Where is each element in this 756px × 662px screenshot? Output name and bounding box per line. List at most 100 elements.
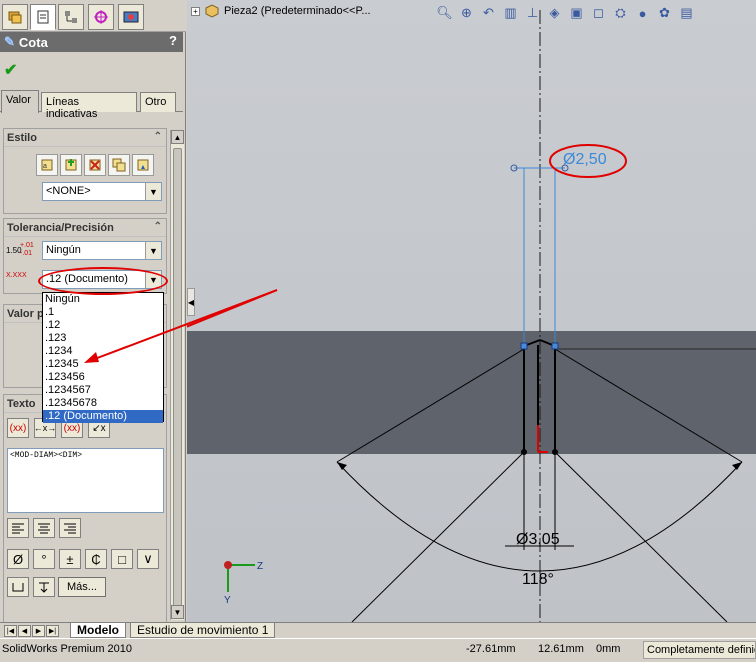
previous-tab-icon[interactable]: ◀: [18, 625, 31, 637]
zoom-area-icon[interactable]: ⊕: [457, 4, 476, 22]
configuration-manager-tab[interactable]: [58, 4, 84, 30]
last-tab-icon[interactable]: ▶|: [46, 625, 59, 637]
chevron-down-icon[interactable]: ▼: [145, 271, 161, 288]
realview-icon[interactable]: ▤: [677, 4, 696, 22]
dimension-icon: ✎: [4, 34, 15, 49]
panel-collapse-handle[interactable]: ◀: [187, 288, 195, 316]
dropdown-option-selected[interactable]: .12 (Documento): [43, 410, 163, 423]
dropdown-option[interactable]: .1: [43, 306, 163, 319]
tolerance-type-select[interactable]: Ningún ▼: [42, 241, 162, 260]
dropdown-option[interactable]: .12345678: [43, 397, 163, 410]
tab-otro[interactable]: Otro: [140, 92, 176, 112]
align-center-icon[interactable]: [33, 518, 55, 538]
next-tab-icon[interactable]: ▶: [32, 625, 45, 637]
chevron-down-icon[interactable]: ▼: [145, 242, 161, 259]
precision-dropdown: Ningún .1 .12 .123 .1234 .12345 .123456 …: [42, 292, 164, 423]
dropdown-option[interactable]: .123: [43, 332, 163, 345]
property-manager-tab[interactable]: [30, 4, 56, 30]
scene-icon[interactable]: ●: [633, 4, 652, 22]
tab-valor[interactable]: Valor: [1, 90, 39, 113]
tab-modelo[interactable]: Modelo: [70, 623, 126, 638]
diameter-symbol-button[interactable]: Ø: [7, 549, 29, 569]
display-manager-tab[interactable]: [118, 4, 144, 30]
hide-show-icon[interactable]: ◻: [589, 4, 608, 22]
crosshair-icon: [94, 10, 108, 24]
dropdown-option[interactable]: .1234567: [43, 384, 163, 397]
view-settings-icon[interactable]: ✿: [655, 4, 674, 22]
triad-y-label: Y: [224, 595, 231, 606]
dropdown-option[interactable]: .1234: [43, 345, 163, 358]
triad-z-label: Z: [257, 561, 263, 572]
ok-button[interactable]: ✔: [4, 60, 17, 80]
status-bar: SolidWorks Premium 2010 -27.61mm 12.61mm…: [0, 638, 756, 662]
model-tabs-bar: |◀ ◀ ▶ ▶| Modelo Estudio de movimiento 1: [0, 622, 756, 638]
heads-up-view-toolbar: 🔍︎ ⊕ ↶ ▥ ⊥ ◈ ▣ ◻ ⛭ ● ✿ ▤: [435, 4, 696, 22]
help-button[interactable]: ?: [169, 33, 177, 48]
zoom-to-fit-icon[interactable]: 🔍︎: [435, 4, 454, 22]
dim-angle-text[interactable]: 118°: [522, 571, 554, 588]
insert-variable-icon[interactable]: (xx): [7, 418, 29, 438]
edit-appearance-icon[interactable]: ⛭: [611, 4, 630, 22]
dim-grip-right[interactable]: [551, 342, 559, 350]
dim-top-text[interactable]: Ø2,50: [563, 151, 607, 168]
depth-icon[interactable]: [33, 577, 55, 597]
solidworks-window: ✎ Cota ? ✔ Valor Líneas indicativas Otro…: [0, 0, 756, 662]
save-style-icon[interactable]: [108, 154, 130, 176]
tab-lineas-indicativas[interactable]: Líneas indicativas: [41, 92, 137, 120]
svg-text:a: a: [43, 163, 47, 170]
plus-minus-symbol-button[interactable]: ±: [59, 549, 81, 569]
expand-icon[interactable]: +: [191, 6, 200, 16]
centerline-symbol-button[interactable]: ₵: [85, 549, 107, 569]
collapse-icon[interactable]: ⌃: [154, 221, 162, 232]
add-style-icon[interactable]: [60, 154, 82, 176]
align-left-icon[interactable]: [7, 518, 29, 538]
previous-view-icon[interactable]: ↶: [479, 4, 498, 22]
display-style-icon[interactable]: ▣: [567, 4, 586, 22]
apply-default-icon[interactable]: a: [36, 154, 58, 176]
chevron-down-icon[interactable]: ▼: [145, 183, 161, 200]
feature-tree-tab[interactable]: [2, 4, 28, 30]
align-right-icon[interactable]: [59, 518, 81, 538]
tolerancia-group-title[interactable]: Tolerancia/Precisión ⌃: [4, 219, 166, 237]
load-style-icon[interactable]: [132, 154, 154, 176]
dropdown-option[interactable]: .123456: [43, 371, 163, 384]
tab-navigation: |◀ ◀ ▶ ▶|: [4, 625, 59, 637]
scroll-down-icon[interactable]: ▼: [171, 605, 184, 619]
dynamic-annotation-icon[interactable]: ⊥: [523, 4, 542, 22]
dim-grip-left[interactable]: [520, 342, 528, 350]
dim-bottom-text[interactable]: Ø3,05: [516, 531, 560, 548]
scrollbar-thumb[interactable]: [173, 148, 182, 608]
view-orientation-icon[interactable]: ◈: [545, 4, 564, 22]
dimxpert-tab[interactable]: [88, 4, 114, 30]
tab-estudio-movimiento[interactable]: Estudio de movimiento 1: [130, 623, 276, 638]
more-symbols-button[interactable]: Más...: [58, 577, 106, 597]
dropdown-option[interactable]: .12: [43, 319, 163, 332]
document-title: Pieza2 (Predeterminado<<P...: [224, 5, 371, 17]
precision-icon: X.XXX: [6, 272, 27, 279]
style-select[interactable]: <NONE> ▼: [42, 182, 162, 201]
section-view-icon[interactable]: ▥: [501, 4, 520, 22]
style-select-value: <NONE>: [46, 185, 91, 197]
square-symbol-button[interactable]: □: [111, 549, 133, 569]
coord-x: -27.61mm: [466, 643, 516, 655]
delete-style-icon[interactable]: [84, 154, 106, 176]
first-tab-icon[interactable]: |◀: [4, 625, 17, 637]
estilo-icons: a: [36, 154, 154, 176]
app-name: SolidWorks Premium 2010: [2, 643, 133, 655]
precision-select[interactable]: .12 (Documento) ▼: [42, 270, 162, 289]
scroll-up-icon[interactable]: ▲: [171, 130, 184, 144]
estilo-group-title[interactable]: Estilo ⌃: [4, 129, 166, 147]
countersink-symbol-button[interactable]: ∨: [137, 549, 159, 569]
degree-symbol-button[interactable]: °: [33, 549, 55, 569]
dropdown-option[interactable]: Ningún: [43, 293, 163, 306]
dimension-text-field[interactable]: <MOD-DIAM><DIM>: [7, 448, 164, 513]
coord-y: 12.61mm: [538, 643, 584, 655]
dropdown-option[interactable]: .12345: [43, 358, 163, 371]
counterbore-icon[interactable]: [7, 577, 29, 597]
graphics-area[interactable]: Ø2,50 Ø3,05 118° Z Y + Pieza2 (Predeterm…: [187, 0, 756, 622]
feature-tree-head[interactable]: + Pieza2 (Predeterminado<<P...: [191, 4, 371, 18]
collapse-icon[interactable]: ⌃: [154, 131, 162, 142]
dim-bottom-point-right: [552, 449, 558, 455]
arc-arrow-right: [732, 462, 742, 470]
property-manager-scrollbar[interactable]: ▲ ▼: [170, 130, 184, 620]
